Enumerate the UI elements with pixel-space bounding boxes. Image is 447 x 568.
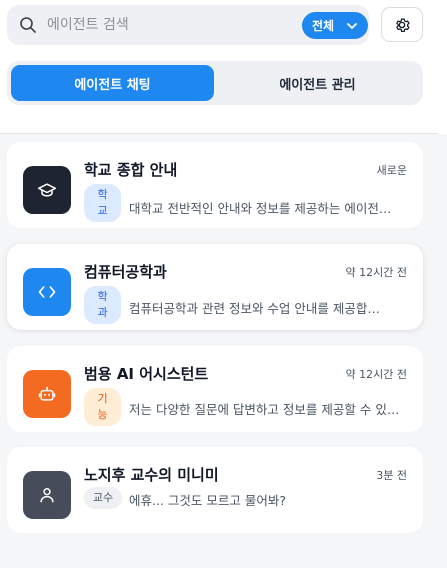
tab-agent-chat-label: 에이전트 채팅 (74, 77, 151, 93)
agent-title: 범용 AI 어시스턴트 (84, 365, 209, 383)
agent-time: 새로운 (376, 164, 407, 177)
top-area: 전체 에이전트 채팅 에이전트 관리 (0, 0, 447, 134)
tab-agent-chat[interactable]: 에이전트 채팅 (11, 65, 214, 101)
chevron-down-icon (347, 23, 357, 29)
tab-bar: 에이전트 채팅 에이전트 관리 (7, 61, 423, 105)
filter-select-label: 전체 (312, 19, 335, 33)
code-icon (38, 286, 56, 298)
agent-description: 에휴... 그것도 모르고 물어봐? (129, 493, 286, 508)
agent-description: 컴퓨터공학과 관련 정보와 수업 안내를 제공합… (129, 301, 380, 316)
agent-time: 3분 전 (376, 469, 407, 482)
agent-description: 대학교 전반적인 안내와 정보를 제공하는 에이전… (129, 201, 392, 216)
search-icon (20, 17, 36, 33)
agent-tag: 학과 (84, 286, 121, 324)
agent-title: 학교 종합 안내 (84, 161, 178, 179)
tab-agent-manage-label: 에이전트 관리 (279, 77, 356, 93)
agent-tag: 학교 (84, 184, 121, 222)
graduation-cap-icon (37, 183, 57, 197)
agent-title: 노지후 교수의 미니미 (84, 466, 219, 484)
agent-avatar (23, 471, 71, 519)
search-bar[interactable]: 전체 (7, 5, 369, 45)
agent-card-general-ai[interactable]: 범용 AI 어시스턴트 약 12시간 전 기능 저는 다양한 질문에 답변하고 … (7, 346, 423, 432)
robot-icon (38, 386, 56, 401)
agent-avatar (23, 166, 71, 214)
agent-card-school-guide[interactable]: 학교 종합 안내 새로운 학교 대학교 전반적인 안내와 정보를 제공하는 에이… (7, 142, 423, 228)
agent-time: 약 12시간 전 (345, 368, 407, 381)
agent-tag: 교수 (84, 487, 122, 509)
filter-select[interactable]: 전체 (302, 12, 368, 39)
agent-card-professor-minime[interactable]: 노지후 교수의 미니미 3분 전 교수 에휴... 그것도 모르고 물어봐? (7, 447, 423, 533)
agent-avatar (23, 268, 71, 316)
gear-icon (396, 18, 410, 32)
tab-agent-manage[interactable]: 에이전트 관리 (216, 65, 419, 101)
settings-button[interactable] (381, 7, 423, 42)
search-input[interactable] (47, 13, 287, 37)
agent-title: 컴퓨터공학과 (84, 263, 167, 281)
agent-description: 저는 다양한 질문에 답변하고 정보를 제공할 수 있… (129, 402, 400, 417)
agent-card-computer-engineering[interactable]: 컴퓨터공학과 약 12시간 전 학과 컴퓨터공학과 관련 정보와 수업 안내를 … (7, 244, 423, 330)
user-icon (40, 488, 54, 503)
agent-avatar (23, 370, 71, 418)
agent-tag: 기능 (84, 388, 121, 426)
agent-time: 약 12시간 전 (345, 266, 407, 279)
divider (0, 133, 438, 134)
